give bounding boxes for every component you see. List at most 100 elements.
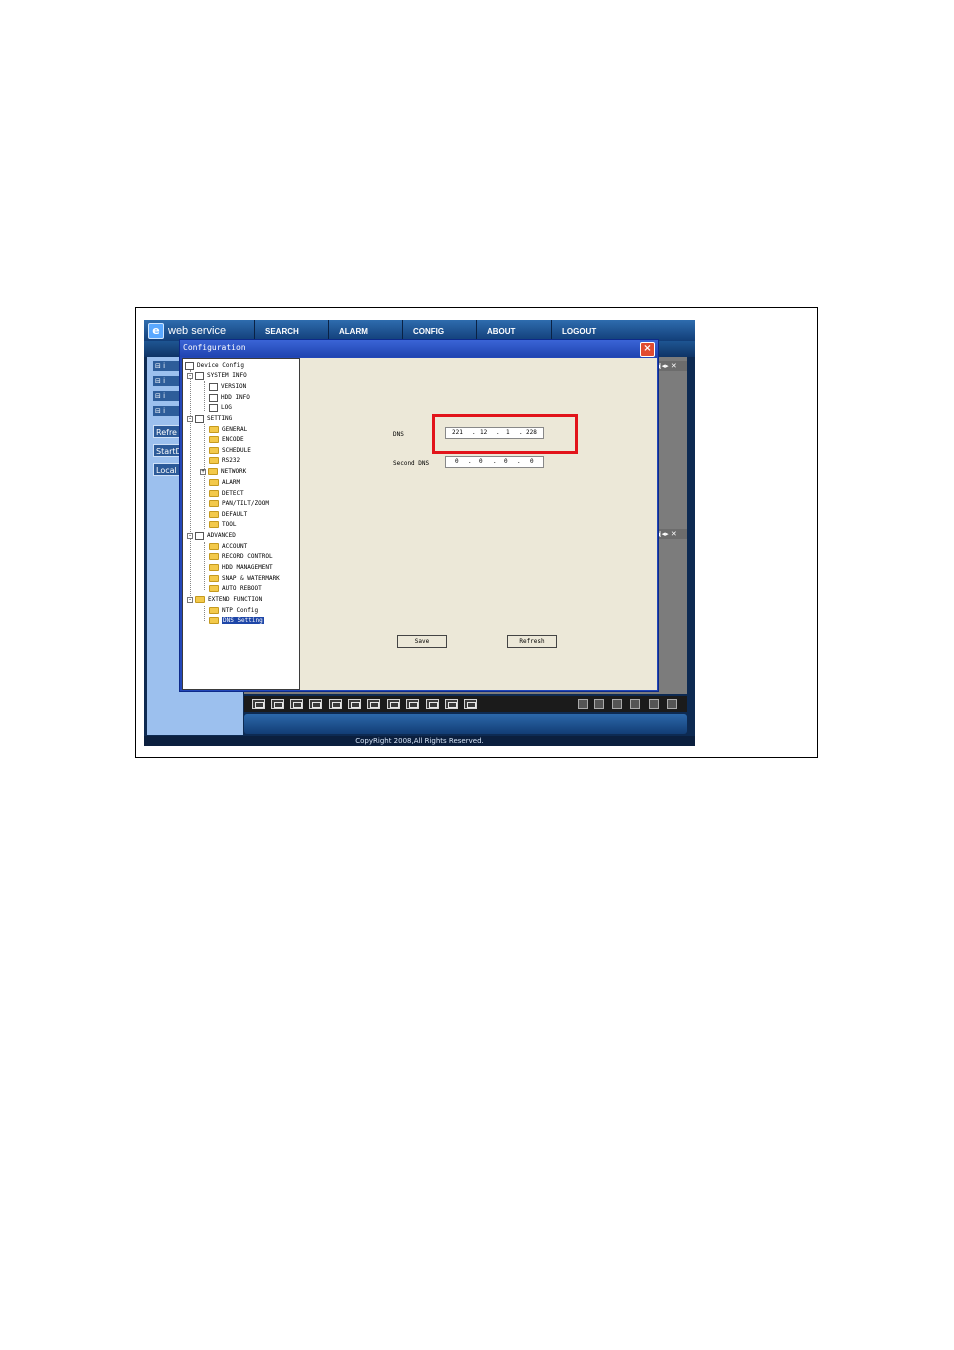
second-dns-ip-input[interactable]: 0 . 0 . 0 . 0 [445, 456, 544, 468]
split-6-icon[interactable] [329, 699, 342, 709]
tree-setting[interactable]: - SETTING [187, 414, 232, 424]
split-9-icon[interactable] [367, 699, 380, 709]
tree-system-info[interactable]: - SYSTEM INFO [187, 371, 247, 381]
tree-advanced[interactable]: - ADVANCED [187, 531, 236, 541]
camera-channel-1[interactable]: ⊟ i [153, 361, 181, 371]
tree-item-encode[interactable]: ENCODE [209, 435, 244, 445]
tree-item-hdd-info[interactable]: HDD INFO [209, 393, 250, 403]
grid-mode-icon[interactable] [612, 699, 622, 709]
tree-label: SCHEDULE [222, 447, 251, 454]
tree-item-account[interactable]: ACCOUNT [209, 542, 247, 552]
configuration-dialog: Configuration × Device Config - SYSTEM IN… [179, 339, 659, 692]
split-1-icon[interactable] [290, 699, 303, 709]
window-mode-icon[interactable] [649, 699, 659, 709]
tree-item-dns-setting[interactable]: DNS Setting [209, 616, 264, 626]
collapse-icon: - [187, 531, 193, 539]
edit-icon [209, 382, 218, 391]
tree-label: HDD MANAGEMENT [222, 564, 273, 571]
save-button[interactable]: Save [397, 635, 447, 648]
window-mode-icon[interactable] [667, 699, 677, 709]
tree-root[interactable]: Device Config [185, 361, 244, 371]
status-bar [244, 714, 687, 734]
split-25-icon[interactable] [445, 699, 458, 709]
camera-channel-4[interactable]: ⊟ i [153, 406, 181, 416]
tree-item-ntp-config[interactable]: NTP Config [209, 606, 258, 616]
split-16-icon[interactable] [426, 699, 439, 709]
split-8-icon[interactable] [348, 699, 361, 709]
ip-dot: . [517, 458, 521, 465]
window-mode-icon[interactable] [578, 699, 588, 709]
folder-icon [209, 490, 219, 497]
image-mode-icon[interactable] [630, 699, 640, 709]
tools-icon [195, 414, 204, 423]
gear-icon [195, 531, 204, 540]
close-icon[interactable]: × [640, 342, 655, 357]
tree-label: RECORD CONTROL [222, 553, 273, 560]
folder-icon [195, 596, 205, 603]
split-screen-toolbar [244, 696, 687, 712]
brand-name: web service [168, 324, 227, 337]
tree-label: PAN/TILT/ZOOM [222, 500, 269, 507]
tree-label: ENCODE [222, 436, 244, 443]
nav-config[interactable]: CONFIG [402, 320, 476, 341]
collapse-icon: - [187, 414, 193, 422]
tree-item-log[interactable]: LOG [209, 403, 232, 413]
tree-item-ptz[interactable]: PAN/TILT/ZOOM [209, 499, 269, 509]
video-window-controls[interactable]: ▣◂▸ ✕ [655, 529, 687, 539]
tree-item-default[interactable]: DEFAULT [209, 510, 247, 520]
nav-search[interactable]: SEARCH [254, 320, 328, 341]
tree-item-detect[interactable]: DETECT [209, 489, 244, 499]
split-36-icon[interactable] [464, 699, 477, 709]
tree-item-record-control[interactable]: RECORD CONTROL [209, 552, 273, 562]
tree-line [204, 381, 205, 411]
ip-octet[interactable]: 0 [530, 458, 534, 465]
top-nav-bar: e web service SEARCH ALARM CONFIG ABOUT … [144, 320, 695, 341]
edit-icon [209, 403, 218, 412]
tree-label: DEFAULT [222, 511, 248, 518]
folder-icon [209, 564, 219, 571]
tree-label: GENERAL [222, 426, 248, 433]
tree-item-general[interactable]: GENERAL [209, 425, 247, 435]
video-window-controls[interactable]: ▣◂▸ ✕ [655, 361, 687, 371]
folder-icon [209, 543, 219, 550]
ip-octet[interactable]: 0 [504, 458, 508, 465]
refresh-button[interactable]: Refresh [507, 635, 557, 648]
tree-item-rs232[interactable]: RS232 [209, 456, 240, 466]
nav-alarm[interactable]: ALARM [328, 320, 402, 341]
window-mode-icon[interactable] [594, 699, 604, 709]
camera-channel-2[interactable]: ⊟ i [153, 376, 181, 386]
tree-item-alarm[interactable]: ALARM [209, 478, 240, 488]
tree-item-tool[interactable]: TOOL [209, 520, 236, 530]
folder-icon [209, 436, 219, 443]
dialog-title-bar[interactable]: Configuration × [180, 340, 658, 357]
tree-item-schedule[interactable]: SCHEDULE [209, 446, 251, 456]
tree-item-hdd-management[interactable]: HDD MANAGEMENT [209, 563, 273, 573]
computer-icon [185, 361, 194, 370]
tree-label: NETWORK [221, 468, 247, 475]
expand-icon: + [200, 467, 206, 475]
dns-label: DNS [393, 431, 404, 438]
ip-octet[interactable]: 0 [455, 458, 459, 465]
tree-label: Device Config [197, 362, 244, 369]
nav-logout[interactable]: LOGOUT [551, 320, 695, 341]
tree-line [190, 370, 191, 600]
split-4-icon[interactable] [309, 699, 322, 709]
nav-about[interactable]: ABOUT [476, 320, 551, 341]
tree-label: SETTING [207, 415, 233, 422]
config-tree: Device Config - SYSTEM INFO VERSION HDD I… [182, 358, 300, 690]
tree-item-version[interactable]: VERSION [209, 382, 246, 392]
split-10-icon[interactable] [387, 699, 400, 709]
folder-icon [209, 575, 219, 582]
tree-line [204, 606, 205, 621]
tree-label: ACCOUNT [222, 543, 248, 550]
split-13-icon[interactable] [406, 699, 419, 709]
ip-octet[interactable]: 0 [479, 458, 483, 465]
tree-item-auto-reboot[interactable]: AUTO REBOOT [209, 584, 262, 594]
tree-item-snap-watermark[interactable]: SNAP & WATERMARK [209, 574, 280, 584]
tree-item-network[interactable]: + NETWORK [200, 467, 246, 477]
split-icon[interactable] [252, 699, 265, 709]
fullscreen-icon[interactable] [271, 699, 284, 709]
folder-icon [209, 426, 219, 433]
camera-channel-3[interactable]: ⊟ i [153, 391, 181, 401]
tree-extend-function[interactable]: - EXTEND FUNCTION [187, 595, 262, 605]
